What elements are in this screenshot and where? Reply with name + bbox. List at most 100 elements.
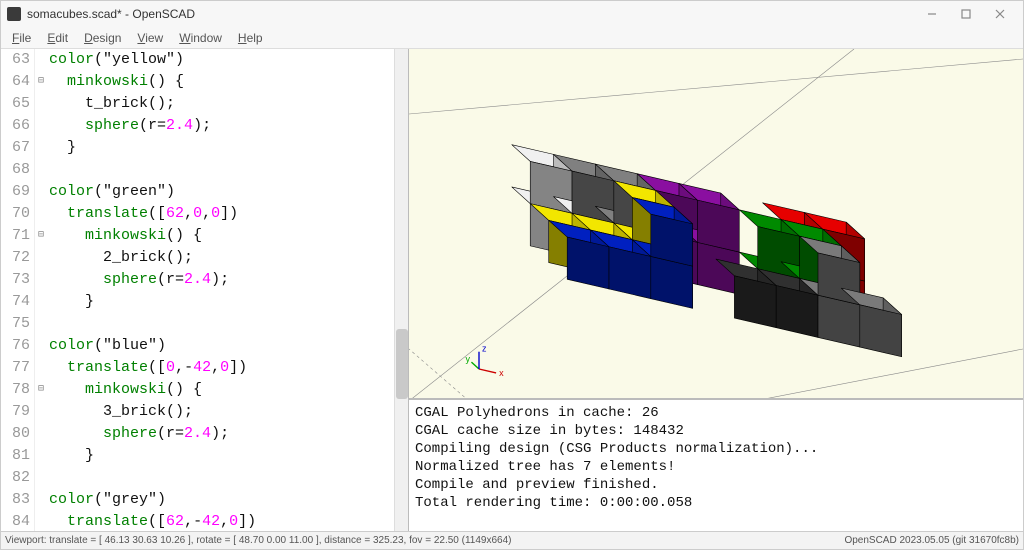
code-line[interactable]: 83color("grey")	[1, 489, 408, 511]
code-line[interactable]: 74 }	[1, 291, 408, 313]
menu-window[interactable]: Window	[172, 29, 229, 47]
fold-icon[interactable]: ⊟	[35, 71, 47, 93]
code-text[interactable]: color("grey")	[47, 489, 166, 511]
fold-icon	[35, 445, 47, 467]
code-text[interactable]: sphere(r=2.4);	[47, 269, 229, 291]
3d-viewport[interactable]: xyz	[409, 49, 1023, 399]
editor-scrollbar[interactable]	[394, 49, 408, 531]
code-line[interactable]: 72 2_brick();	[1, 247, 408, 269]
menu-view[interactable]: View	[130, 29, 170, 47]
app-window: somacubes.scad* - OpenSCAD File Edit Des…	[0, 0, 1024, 550]
fold-icon	[35, 115, 47, 137]
fold-icon	[35, 423, 47, 445]
code-text[interactable]: translate([62,-42,0])	[47, 511, 256, 531]
code-line[interactable]: 73 sphere(r=2.4);	[1, 269, 408, 291]
fold-icon[interactable]: ⊟	[35, 379, 47, 401]
code-text[interactable]: sphere(r=2.4);	[47, 115, 211, 137]
code-text[interactable]: minkowski() {	[47, 225, 202, 247]
code-text[interactable]: }	[47, 291, 94, 313]
status-left: Viewport: translate = [ 46.13 30.63 10.2…	[5, 535, 511, 546]
console-line: Normalized tree has 7 elements!	[415, 458, 1017, 476]
code-line[interactable]: 70 translate([62,0,0])	[1, 203, 408, 225]
code-text[interactable]: minkowski() {	[47, 71, 184, 93]
code-line[interactable]: 66 sphere(r=2.4);	[1, 115, 408, 137]
viewport-canvas[interactable]: xyz	[409, 49, 1023, 399]
code-text[interactable]	[47, 313, 49, 335]
code-line[interactable]: 77 translate([0,-42,0])	[1, 357, 408, 379]
code-line[interactable]: 78⊟ minkowski() {	[1, 379, 408, 401]
close-button[interactable]	[983, 3, 1017, 25]
console-line: Compiling design (CSG Products normaliza…	[415, 440, 1017, 458]
code-text[interactable]: translate([62,0,0])	[47, 203, 238, 225]
code-area[interactable]: 63 color("yellow")64⊟ minkowski() {65 t_b…	[1, 49, 408, 531]
code-text[interactable]: sphere(r=2.4);	[47, 423, 229, 445]
fold-icon	[35, 269, 47, 291]
maximize-button[interactable]	[949, 3, 983, 25]
menu-help[interactable]: Help	[231, 29, 270, 47]
menu-design[interactable]: Design	[77, 29, 128, 47]
code-line[interactable]: 84 translate([62,-42,0])	[1, 511, 408, 531]
line-number: 72	[1, 247, 35, 269]
fold-icon	[35, 489, 47, 511]
svg-text:y: y	[465, 354, 470, 364]
line-number: 76	[1, 335, 35, 357]
code-text[interactable]: }	[47, 445, 94, 467]
code-line[interactable]: 65 t_brick();	[1, 93, 408, 115]
code-text[interactable]: color("yellow")	[47, 49, 184, 71]
code-line[interactable]: 63 color("yellow")	[1, 49, 408, 71]
code-text[interactable]: minkowski() {	[47, 379, 202, 401]
code-text[interactable]	[47, 159, 49, 181]
fold-icon	[35, 203, 47, 225]
minimize-button[interactable]	[915, 3, 949, 25]
line-number: 70	[1, 203, 35, 225]
right-pane: xyz CGAL Polyhedrons in cache: 26CGAL ca…	[409, 49, 1023, 531]
fold-icon	[35, 357, 47, 379]
fold-icon	[35, 49, 47, 71]
code-text[interactable]: color("blue")	[47, 335, 166, 357]
fold-icon	[35, 291, 47, 313]
menu-edit[interactable]: Edit	[40, 29, 75, 47]
fold-icon	[35, 93, 47, 115]
code-line[interactable]: 80 sphere(r=2.4);	[1, 423, 408, 445]
fold-icon[interactable]: ⊟	[35, 225, 47, 247]
line-number: 82	[1, 467, 35, 489]
scrollbar-thumb[interactable]	[396, 329, 408, 399]
code-line[interactable]: 67 }	[1, 137, 408, 159]
code-line[interactable]: 64⊟ minkowski() {	[1, 71, 408, 93]
fold-icon	[35, 247, 47, 269]
line-number: 63	[1, 49, 35, 71]
code-line[interactable]: 71⊟ minkowski() {	[1, 225, 408, 247]
code-text[interactable]: }	[47, 137, 76, 159]
code-text[interactable]: 2_brick();	[47, 247, 193, 269]
line-number: 74	[1, 291, 35, 313]
menu-file[interactable]: File	[5, 29, 38, 47]
code-line[interactable]: 81 }	[1, 445, 408, 467]
titlebar[interactable]: somacubes.scad* - OpenSCAD	[1, 1, 1023, 27]
line-number: 75	[1, 313, 35, 335]
fold-icon	[35, 335, 47, 357]
code-text[interactable]: 3_brick();	[47, 401, 193, 423]
code-line[interactable]: 76 color("blue")	[1, 335, 408, 357]
code-text[interactable]: translate([0,-42,0])	[47, 357, 247, 379]
code-text[interactable]	[47, 467, 49, 489]
code-text[interactable]: color("green")	[47, 181, 175, 203]
code-editor[interactable]: 63 color("yellow")64⊟ minkowski() {65 t_b…	[1, 49, 409, 531]
window-title: somacubes.scad* - OpenSCAD	[27, 7, 915, 21]
line-number: 84	[1, 511, 35, 531]
code-line[interactable]: 75	[1, 313, 408, 335]
code-line[interactable]: 82	[1, 467, 408, 489]
svg-text:x: x	[499, 368, 504, 378]
line-number: 65	[1, 93, 35, 115]
line-number: 66	[1, 115, 35, 137]
code-line[interactable]: 79 3_brick();	[1, 401, 408, 423]
console-line: CGAL Polyhedrons in cache: 26	[415, 404, 1017, 422]
code-line[interactable]: 68	[1, 159, 408, 181]
code-text[interactable]: t_brick();	[47, 93, 175, 115]
console-line: CGAL cache size in bytes: 148432	[415, 422, 1017, 440]
console-line: Total rendering time: 0:00:00.058	[415, 494, 1017, 512]
statusbar: Viewport: translate = [ 46.13 30.63 10.2…	[1, 531, 1023, 549]
line-number: 78	[1, 379, 35, 401]
code-line[interactable]: 69color("green")	[1, 181, 408, 203]
console[interactable]: CGAL Polyhedrons in cache: 26CGAL cache …	[409, 399, 1023, 531]
menubar: File Edit Design View Window Help	[1, 27, 1023, 49]
